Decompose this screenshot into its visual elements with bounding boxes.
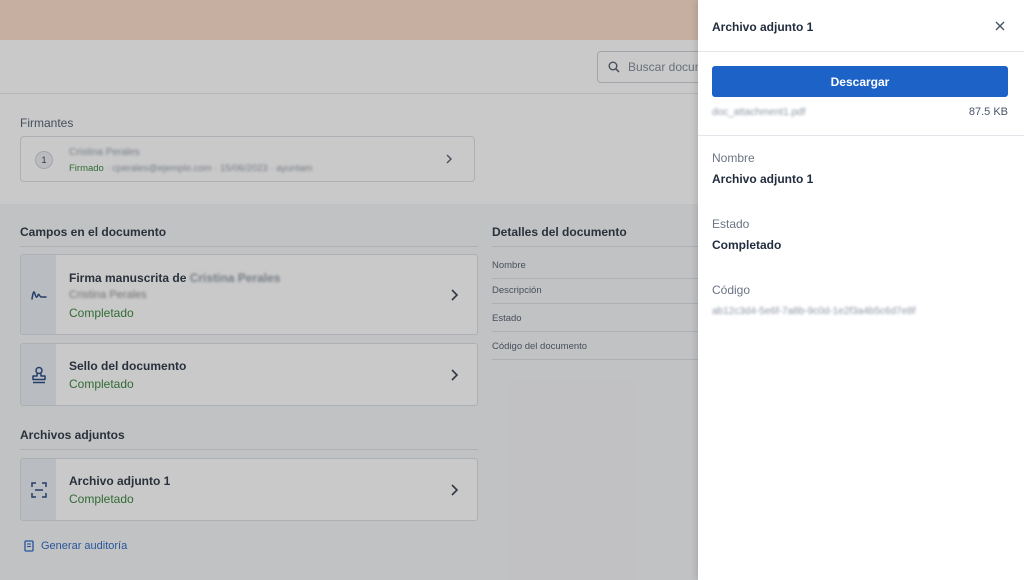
- code-label: Código: [712, 283, 751, 297]
- name-value: Archivo adjunto 1: [712, 172, 814, 186]
- code-value: ab12c3d4-5e6f-7a8b-9c0d-1e2f3a4b5c6d7e8f: [712, 306, 916, 317]
- state-label: Estado: [712, 217, 750, 231]
- file-size: 87.5 KB: [968, 106, 1008, 118]
- panel-header: Archivo adjunto 1: [698, 0, 1024, 52]
- modal-overlay[interactable]: [0, 0, 700, 580]
- panel-title: Archivo adjunto 1: [712, 20, 814, 34]
- state-value: Completado: [712, 238, 782, 252]
- close-icon[interactable]: [992, 18, 1008, 34]
- panel-divider: [698, 135, 1024, 136]
- name-label: Nombre: [712, 151, 755, 165]
- file-name: doc_attachment1.pdf: [712, 107, 806, 118]
- attachment-side-panel: Archivo adjunto 1 Descargar doc_attachme…: [698, 0, 1024, 580]
- download-button[interactable]: Descargar: [712, 66, 1008, 97]
